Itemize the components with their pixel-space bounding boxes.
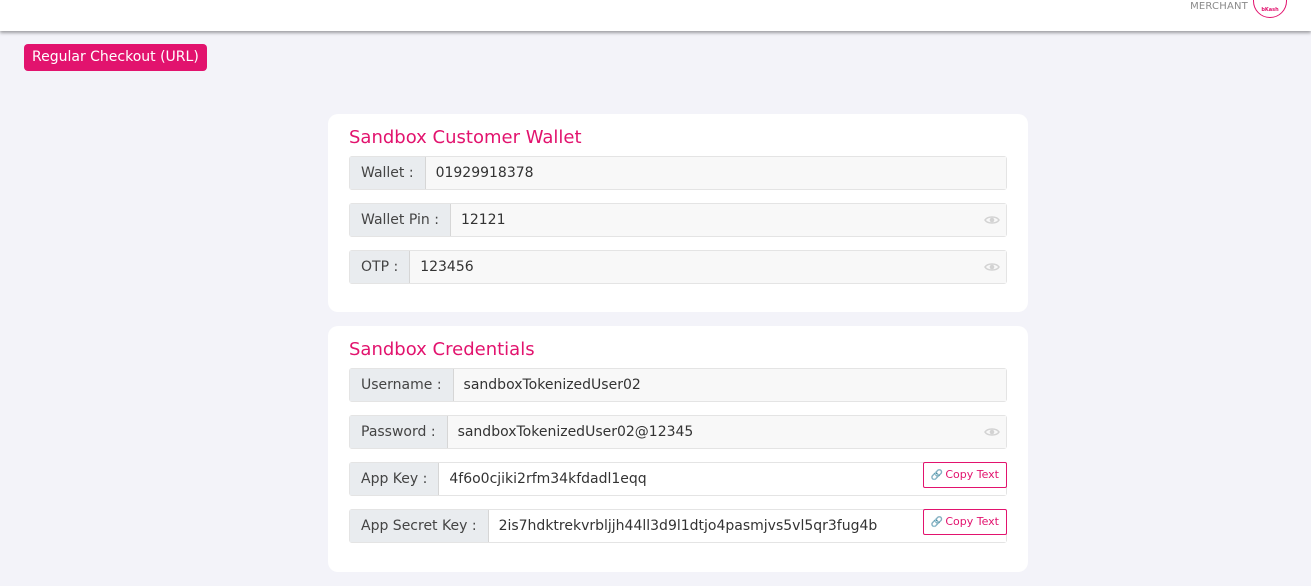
copy-button-label: Copy Text <box>945 515 999 528</box>
wallet-pin-input[interactable] <box>450 204 1006 236</box>
eye-icon[interactable] <box>984 260 1000 274</box>
app-key-label: App Key : <box>350 463 440 495</box>
password-field-group: Password : <box>349 415 1007 449</box>
wallet-label: Wallet : <box>350 157 426 189</box>
app-secret-key-label: App Secret Key : <box>350 510 489 542</box>
eye-icon[interactable] <box>984 425 1000 439</box>
wallet-input[interactable] <box>425 157 1006 189</box>
eye-icon[interactable] <box>984 213 1000 227</box>
otp-label: OTP : <box>350 251 411 283</box>
wallet-field-group: Wallet : <box>349 156 1007 190</box>
password-input[interactable] <box>447 416 1006 448</box>
link-icon: 🔗 <box>930 470 944 481</box>
top-navbar: MERCHANT bKash <box>0 0 1311 31</box>
app-secret-key-field-group: App Secret Key : 🔗Copy Text <box>349 509 1007 543</box>
username-input[interactable] <box>453 369 1006 401</box>
sandbox-credentials-card: Sandbox Credentials Username : Password … <box>328 326 1028 572</box>
username-label: Username : <box>350 369 454 401</box>
copy-app-key-button[interactable]: 🔗 Copy Text <box>922 462 1007 488</box>
link-icon: 🔗 <box>930 517 944 528</box>
wallet-pin-label: Wallet Pin : <box>350 204 451 236</box>
wallet-card-title: Sandbox Customer Wallet <box>349 127 582 148</box>
logo-text: bKash <box>1261 7 1279 13</box>
username-field-group: Username : <box>349 368 1007 402</box>
merchant-label: MERCHANT <box>1190 1 1248 12</box>
copy-app-secret-key-button[interactable]: 🔗 Copy Text <box>922 509 1007 535</box>
bkash-logo[interactable]: bKash <box>1253 0 1287 18</box>
sandbox-customer-wallet-card: Sandbox Customer Wallet Wallet : Wallet … <box>328 114 1028 312</box>
credentials-card-title: Sandbox Credentials <box>349 339 535 360</box>
otp-field-group: OTP : <box>349 250 1007 284</box>
wallet-pin-field-group: Wallet Pin : <box>349 203 1007 237</box>
app-key-field-group: App Key : 🔗Copy Text <box>349 462 1007 496</box>
app-key-input[interactable] <box>439 463 1006 495</box>
password-label: Password : <box>350 416 448 448</box>
otp-input[interactable] <box>410 251 1006 283</box>
copy-button-label: Copy Text <box>945 468 999 481</box>
regular-checkout-button[interactable]: Regular Checkout (URL) <box>24 44 207 71</box>
